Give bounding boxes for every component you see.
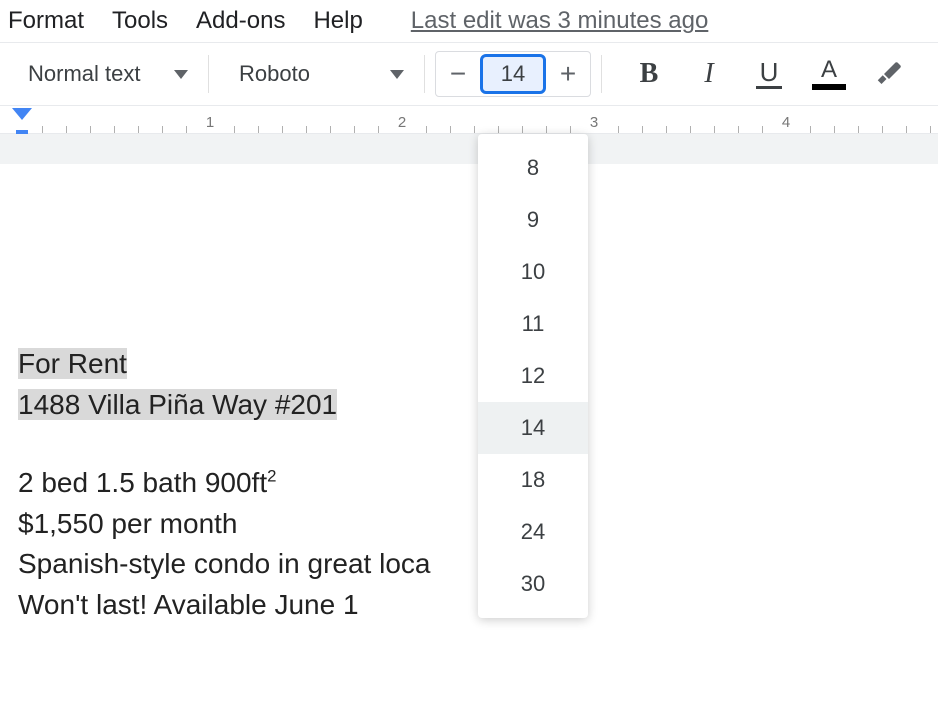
paragraph-style-select[interactable]: Normal text [18, 54, 198, 94]
highlighter-icon [874, 59, 904, 89]
ruler-number: 1 [206, 114, 214, 131]
ruler-tick [306, 126, 307, 133]
ruler-tick [738, 126, 739, 133]
increase-font-size-button[interactable]: + [546, 52, 590, 96]
ruler-number: 3 [590, 114, 598, 131]
font-size-group: − + [435, 51, 591, 97]
toolbar: Normal text Roboto − + B I U A [0, 42, 938, 106]
ruler-tick [618, 126, 619, 133]
body-line[interactable]: 2 bed 1.5 bath 900ft [18, 467, 267, 498]
ruler-tick [282, 126, 283, 133]
ruler-tick [450, 126, 451, 133]
underline-icon: U [756, 59, 782, 89]
font-size-option[interactable]: 14 [478, 402, 588, 454]
paragraph-style-label: Normal text [28, 61, 140, 87]
superscript[interactable]: 2 [267, 467, 276, 486]
text-color-icon: A [812, 58, 846, 90]
text-color-button[interactable]: A [806, 51, 852, 97]
ruler[interactable]: 1 2 3 4 [0, 106, 938, 134]
ruler-tick [690, 126, 691, 133]
menu-format[interactable]: Format [8, 7, 84, 35]
chevron-down-icon [390, 70, 404, 79]
ruler-number: 2 [398, 114, 406, 131]
ruler-tick [834, 126, 835, 133]
ruler-tick [498, 126, 499, 133]
menu-bar: Format Tools Add-ons Help Last edit was … [0, 0, 938, 42]
menu-help[interactable]: Help [313, 7, 362, 35]
font-size-option[interactable]: 24 [478, 506, 588, 558]
chevron-down-icon [174, 70, 188, 79]
font-family-select[interactable]: Roboto [229, 54, 414, 94]
font-size-dropdown: 8910111214182430 [478, 134, 588, 618]
ruler-number: 4 [782, 114, 790, 131]
indent-marker-icon[interactable] [12, 108, 32, 120]
menu-addons[interactable]: Add-ons [196, 7, 285, 35]
font-size-option[interactable]: 9 [478, 194, 588, 246]
ruler-tick [90, 126, 91, 133]
ruler-tick [234, 126, 235, 133]
highlight-color-button[interactable] [866, 51, 912, 97]
ruler-tick [378, 126, 379, 133]
ruler-tick [810, 126, 811, 133]
font-size-option[interactable]: 8 [478, 142, 588, 194]
ruler-tick [906, 126, 907, 133]
ruler-tick [714, 126, 715, 133]
separator [601, 55, 602, 93]
ruler-tick [354, 126, 355, 133]
italic-icon: I [704, 58, 713, 90]
ruler-tick [882, 126, 883, 133]
separator [424, 55, 425, 93]
ruler-tick [426, 126, 427, 133]
last-edit-link[interactable]: Last edit was 3 minutes ago [411, 7, 709, 35]
font-size-input[interactable] [480, 54, 546, 94]
document-page[interactable]: For Rent 1488 Villa Piña Way #201 2 bed … [0, 164, 938, 708]
separator [208, 55, 209, 93]
ruler-tick [642, 126, 643, 133]
ruler-tick [546, 126, 547, 133]
font-size-option[interactable]: 12 [478, 350, 588, 402]
font-size-option[interactable]: 30 [478, 558, 588, 610]
selected-text[interactable]: 1488 Villa Piña Way #201 [18, 389, 337, 420]
bold-icon: B [640, 58, 659, 90]
ruler-tick [162, 126, 163, 133]
ruler-tick [258, 126, 259, 133]
ruler-tick [570, 126, 571, 133]
ruler-tick [930, 126, 931, 133]
ruler-tick [186, 126, 187, 133]
ruler-tick [330, 126, 331, 133]
underline-button[interactable]: U [746, 51, 792, 97]
ruler-tick [138, 126, 139, 133]
menu-tools[interactable]: Tools [112, 7, 168, 35]
ruler-tick [66, 126, 67, 133]
font-size-option[interactable]: 10 [478, 246, 588, 298]
ruler-tick [114, 126, 115, 133]
ruler-tick [42, 126, 43, 133]
ruler-tick [666, 126, 667, 133]
italic-button[interactable]: I [686, 51, 732, 97]
ruler-tick [522, 126, 523, 133]
decrease-font-size-button[interactable]: − [436, 52, 480, 96]
ruler-tick [474, 126, 475, 133]
font-size-option[interactable]: 18 [478, 454, 588, 506]
font-size-option[interactable]: 11 [478, 298, 588, 350]
selected-text[interactable]: For Rent [18, 348, 127, 379]
font-family-label: Roboto [239, 61, 310, 87]
bold-button[interactable]: B [626, 51, 672, 97]
document-area: For Rent 1488 Villa Piña Way #201 2 bed … [0, 134, 938, 708]
ruler-tick [762, 126, 763, 133]
ruler-tick [858, 126, 859, 133]
